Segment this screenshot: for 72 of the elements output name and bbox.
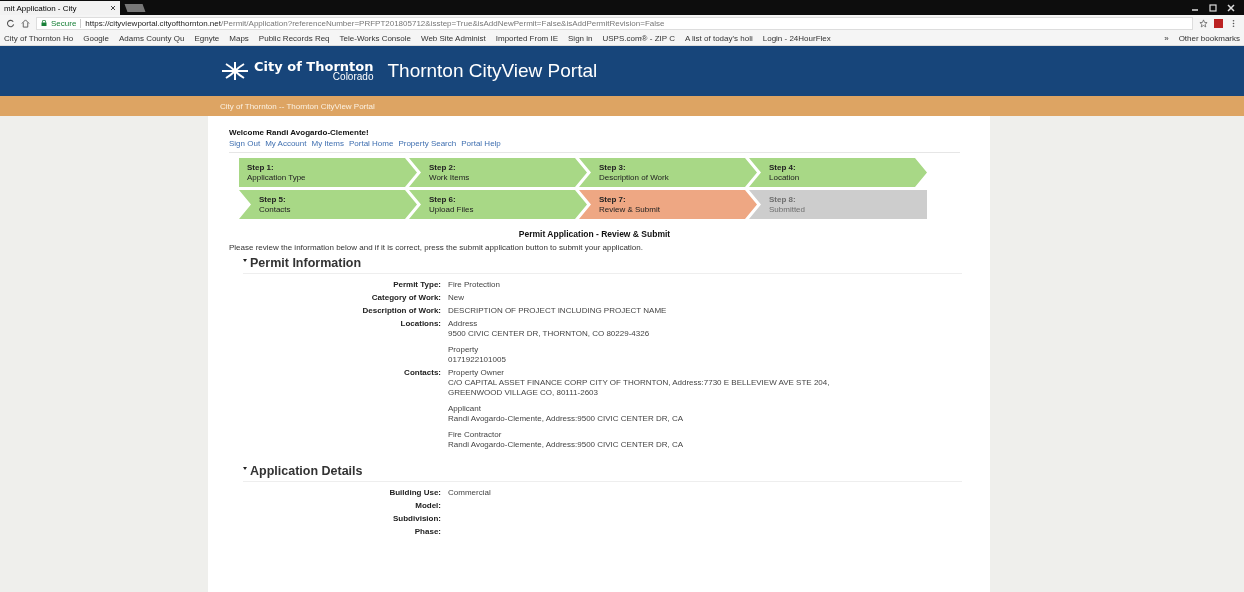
wizard-step[interactable]: Step 4: Location (749, 158, 927, 187)
field-label: Model: (414, 501, 442, 511)
lock-icon (41, 20, 47, 26)
page-title: Permit Application - Review & Submit (517, 229, 672, 239)
field-value: Randi Avogardo-Clemente, Address:9500 CIVIC CENTER DR, CA (448, 414, 685, 424)
welcome-text: Welcome Randi Avogardo-Clemente! (229, 128, 370, 137)
reload-icon[interactable] (6, 18, 15, 28)
nav-link[interactable]: My Items (311, 139, 344, 148)
close-icon[interactable] (110, 5, 116, 11)
nav-link[interactable]: My Account (265, 139, 307, 148)
field-label: Contacts: (403, 368, 442, 379)
nav-link[interactable]: Sign Out (229, 139, 261, 148)
field-value: Property (448, 345, 480, 355)
nav-link[interactable]: Portal Help (461, 139, 501, 148)
wizard-step[interactable]: Step 5: Contacts (239, 190, 417, 219)
caret-icon[interactable] (243, 467, 247, 470)
browser-tab[interactable]: mit Application - City (0, 1, 120, 15)
bookmark-link[interactable]: Web Site Administ (421, 33, 486, 43)
field-value: Applicant (448, 404, 482, 414)
wizard-step[interactable]: Step 3: Description of Work (579, 158, 757, 187)
bookmark-folder[interactable]: Other bookmarks (1178, 33, 1240, 43)
logo-text: City of Thornton (254, 60, 374, 73)
section-title[interactable]: Permit Information (250, 256, 362, 270)
field-value: Address (448, 319, 479, 329)
field-label: Building Use: (388, 488, 442, 498)
field-value: 9500 CIVIC CENTER DR, THORNTON, CO 80229-4326 (448, 329, 650, 339)
nav-link[interactable]: Property Search (398, 139, 457, 148)
field-value: New (448, 293, 464, 303)
caret-icon[interactable] (243, 259, 247, 262)
field-value: Property Owner (448, 368, 506, 378)
bookmark-link[interactable]: Public Records Req (258, 33, 330, 43)
bookmark-link[interactable]: Maps (229, 33, 249, 43)
field-value: 0171922101005 (448, 355, 507, 365)
bookmark-link[interactable]: Imported From IE (495, 33, 559, 43)
bookmark-link[interactable]: Login - 24HourFlex (762, 33, 831, 43)
wizard-step[interactable]: Step 2: Work Items (409, 158, 587, 187)
field-value: Commercial (448, 488, 491, 498)
home-icon[interactable] (21, 18, 30, 28)
logo-subtext: Colorado (332, 72, 374, 82)
bookmark-link[interactable]: A list of today's holi (684, 33, 753, 43)
bookmark-link[interactable]: Egnyte (194, 33, 220, 43)
bookmark-link[interactable]: Tele-Works Console (339, 33, 411, 43)
logo-icon (220, 61, 250, 81)
portal-title: Thornton CityView Portal (387, 60, 598, 82)
field-value: GREENWOOD VILLAGE CO, 80111-2603 (448, 388, 599, 398)
field-value: Fire Contractor (448, 430, 503, 440)
field-label: Description of Work: (361, 306, 442, 316)
wizard-step[interactable]: Step 7: Review & Submit (579, 190, 757, 219)
star-icon[interactable] (1199, 18, 1208, 28)
maximize-icon[interactable] (1208, 2, 1218, 13)
more-bookmarks-button[interactable]: » (1164, 33, 1169, 43)
bookmark-link[interactable]: Adams County Qu (119, 33, 185, 43)
field-value: Fire Protection (448, 280, 501, 290)
nav-link[interactable]: Portal Home (348, 139, 394, 148)
address-field[interactable]: Secure https://cityviewportal.cityofthornton.net/Permit/Application?referenceNumber=PRFPT201805712&isstep=True&isAddNewPermit=False&isAddPermitRevision=False (36, 16, 1193, 30)
wizard-step[interactable]: Step 1: Application Type (239, 158, 417, 187)
field-value: Randi Avogardo-Clemente, Address:9500 CIVIC CENTER DR, CA (448, 440, 685, 450)
bookmark-link[interactable]: USPS.com® - ZIP C (602, 33, 675, 43)
wizard-step[interactable]: Step 6: Upload Files (409, 190, 587, 219)
field-value: DESCRIPTION OF PROJECT INCLUDING PROJECT NAME (448, 306, 667, 316)
field-label: Permit Type: (392, 280, 442, 290)
field-value: C/O CAPITAL ASSET FINANCE CORP CITY OF THORNTON, Address:7730 E BELLEVIEW AVE STE 204, (448, 378, 830, 388)
field-label: Subdivision: (392, 514, 442, 524)
section-title[interactable]: Application Details (250, 464, 363, 478)
new-tab-button[interactable] (124, 3, 146, 12)
instructions-text: Please review the information below and if it is correct, press the submit application button to submit your application. (229, 243, 644, 252)
bookmark-link[interactable]: Sign in (568, 33, 593, 43)
field-label: Locations: (399, 319, 442, 330)
field-label: Category of Work: (370, 293, 442, 303)
bookmark-link[interactable]: Google (83, 33, 109, 43)
field-label: Phase: (413, 527, 442, 537)
bookmark-link[interactable]: City of Thornton Ho (4, 33, 74, 43)
